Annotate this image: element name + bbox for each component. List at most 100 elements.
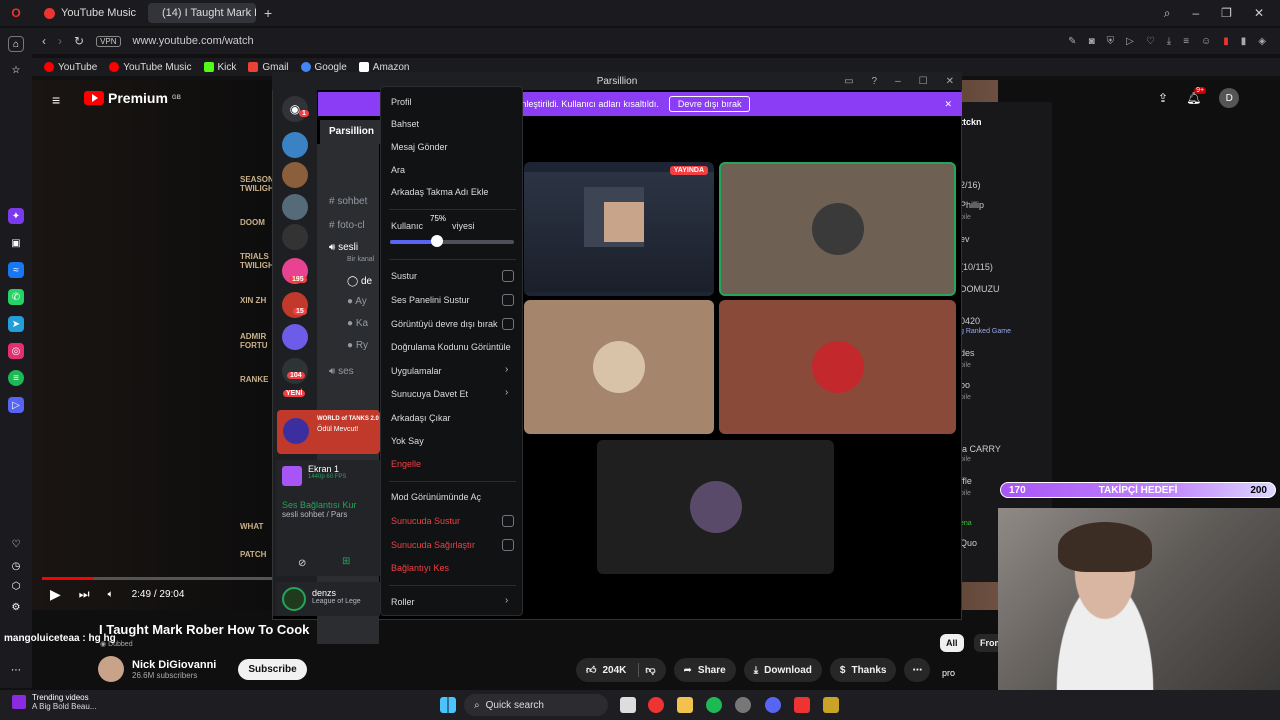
- next-button[interactable]: ⏭: [79, 587, 90, 602]
- bookmark-amazon[interactable]: Amazon: [358, 62, 409, 73]
- bell-icon[interactable]: 🔔︎ 9+: [1186, 87, 1207, 105]
- menu-item-ignore[interactable]: Yok Say: [391, 436, 424, 446]
- hamburger-icon[interactable]: ≡: [52, 92, 60, 108]
- channel-item[interactable]: # foto-cl: [329, 220, 365, 231]
- camera-icon[interactable]: ◙: [1089, 36, 1095, 47]
- voice-user[interactable]: ● Ry: [347, 340, 368, 351]
- avatar[interactable]: D: [1219, 88, 1240, 108]
- download-button[interactable]: ⤓ Download: [743, 658, 822, 682]
- thanks-button[interactable]: $ Thanks: [829, 658, 897, 682]
- bookmark-youtube-music[interactable]: YouTube Music: [109, 62, 192, 73]
- disable-video-checkbox[interactable]: [502, 318, 514, 330]
- voice-channel-item[interactable]: 🔊︎ ses: [329, 366, 354, 377]
- server-mute-checkbox[interactable]: [502, 515, 514, 527]
- mute-soundboard-checkbox[interactable]: [502, 294, 514, 306]
- edit-icon[interactable]: ✎: [1068, 36, 1076, 47]
- shield-icon[interactable]: ⛨: [1107, 36, 1115, 47]
- bag-icon[interactable]: ▣: [8, 235, 24, 251]
- maximize-icon[interactable]: ☐: [919, 76, 928, 87]
- close-icon[interactable]: ✕: [1254, 6, 1264, 21]
- menu-icon[interactable]: ≡: [1183, 36, 1189, 47]
- menu-item-server-deafen[interactable]: Sunucuda Sağırlaştır: [391, 540, 475, 550]
- menu-item-invite[interactable]: Sunucuya Davet Et: [391, 389, 468, 399]
- bookmark-kick[interactable]: Kick: [203, 62, 236, 73]
- task-view-icon[interactable]: [620, 697, 636, 713]
- forward-icon[interactable]: ›: [58, 34, 62, 48]
- menu-item-profile[interactable]: Profil: [391, 97, 412, 107]
- play-button[interactable]: ▶: [50, 586, 61, 603]
- cube-icon[interactable]: ⬡: [8, 578, 24, 594]
- trending-widget[interactable]: Trending videos A Big Bold Beau...: [12, 693, 97, 711]
- aria-icon[interactable]: ✦: [8, 208, 24, 224]
- spotify-icon[interactable]: ≡: [8, 370, 24, 386]
- back-icon[interactable]: ‹: [42, 34, 46, 48]
- menu-item-mute[interactable]: Sustur: [391, 271, 417, 281]
- filter-all-chip[interactable]: All: [940, 634, 964, 652]
- tab-youtube-video[interactable]: (14) I Taught Mark Rober H: [148, 3, 257, 23]
- share-button[interactable]: ➦ Share: [673, 658, 736, 682]
- menu-item-mention[interactable]: Bahset: [391, 119, 419, 129]
- heart-icon[interactable]: ♡: [1146, 36, 1155, 47]
- bookmark-youtube[interactable]: YouTube: [44, 62, 97, 73]
- opera-logo-icon[interactable]: O: [0, 6, 32, 20]
- activity-icon[interactable]: ⊞: [342, 556, 350, 567]
- home-icon[interactable]: ⌂: [8, 36, 24, 52]
- opera-icon[interactable]: [648, 697, 664, 713]
- like-button[interactable]: 👍︎ 204K 👎︎: [576, 658, 666, 682]
- menu-item-roles[interactable]: Roller: [391, 597, 415, 607]
- voice-user[interactable]: ● Ka: [347, 318, 368, 329]
- heart-icon[interactable]: ♡: [8, 536, 24, 552]
- tab-youtube-music[interactable]: YouTube Music: [36, 3, 144, 23]
- vpn-badge[interactable]: VPN: [96, 35, 121, 47]
- menu-item-disable-video[interactable]: Görüntüyü devre dışı bırak: [391, 319, 498, 329]
- league-icon[interactable]: [823, 697, 839, 713]
- voice-user[interactable]: ● Ay: [347, 296, 367, 307]
- spotify-icon[interactable]: [706, 697, 722, 713]
- server-icon[interactable]: [282, 358, 308, 384]
- voice-channel-item[interactable]: 🔊︎ sesli: [329, 242, 358, 253]
- volume-icon[interactable]: 🔈︎: [108, 589, 114, 600]
- download-icon[interactable]: ⤓: [1167, 36, 1171, 47]
- mute-checkbox[interactable]: [502, 270, 514, 282]
- search-icon[interactable]: ⌕: [1164, 6, 1171, 21]
- menu-item-mute-soundboard[interactable]: Ses Panelini Sustur: [391, 295, 470, 305]
- menu-item-mod-view[interactable]: Mod Görünümünde Aç: [391, 492, 481, 502]
- url-field[interactable]: www.youtube.com/watch: [133, 35, 254, 47]
- inbox-icon[interactable]: ▭: [844, 76, 853, 87]
- settings-icon[interactable]: [735, 697, 751, 713]
- instagram-icon[interactable]: ◎: [8, 343, 24, 359]
- app-icon[interactable]: [794, 697, 810, 713]
- server-icon[interactable]: [282, 224, 308, 250]
- menu-item-verification-code[interactable]: Doğrulama Kodunu Görüntüle: [391, 342, 511, 352]
- volume-slider-handle[interactable]: [431, 235, 443, 247]
- taskbar-search[interactable]: ⌕ Quick search: [464, 694, 608, 716]
- extension-icon[interactable]: ▮: [1223, 36, 1229, 47]
- video-tile[interactable]: [719, 162, 956, 296]
- more-actions-button[interactable]: ⋯: [904, 658, 931, 682]
- server-icon[interactable]: [282, 162, 308, 188]
- reload-icon[interactable]: ↻: [74, 34, 84, 48]
- user-volume-slider[interactable]: [390, 240, 514, 244]
- menu-item-add-nickname[interactable]: Arkadaş Takma Adı Ekle: [391, 187, 488, 197]
- messenger-icon[interactable]: ≈: [8, 262, 24, 278]
- more-icon[interactable]: ⋯: [8, 662, 24, 678]
- channel-name[interactable]: Nick DiGiovanni: [132, 659, 216, 671]
- menu-item-call[interactable]: Ara: [391, 165, 405, 175]
- minimize-icon[interactable]: –: [1192, 6, 1199, 21]
- screen-share-tile[interactable]: YAYINDA: [524, 162, 714, 296]
- disable-button[interactable]: Devre dışı bırak: [668, 96, 751, 112]
- upload-icon[interactable]: ⇪: [1158, 91, 1168, 105]
- server-icon[interactable]: [282, 194, 308, 220]
- file-explorer-icon[interactable]: [677, 697, 693, 713]
- menu-item-message[interactable]: Mesaj Gönder: [391, 142, 448, 152]
- channel-avatar[interactable]: [98, 656, 124, 682]
- video-tile[interactable]: [719, 300, 956, 434]
- bookmark-gmail[interactable]: Gmail: [248, 62, 289, 73]
- server-icon[interactable]: [282, 324, 308, 350]
- player-icon[interactable]: ▷: [8, 397, 24, 413]
- new-tab-button[interactable]: +: [264, 5, 272, 21]
- play-icon[interactable]: ▷: [1126, 36, 1134, 47]
- restore-icon[interactable]: ❐: [1221, 6, 1232, 21]
- star-icon[interactable]: ☆: [8, 62, 24, 78]
- menu-item-apps[interactable]: Uygulamalar: [391, 366, 442, 376]
